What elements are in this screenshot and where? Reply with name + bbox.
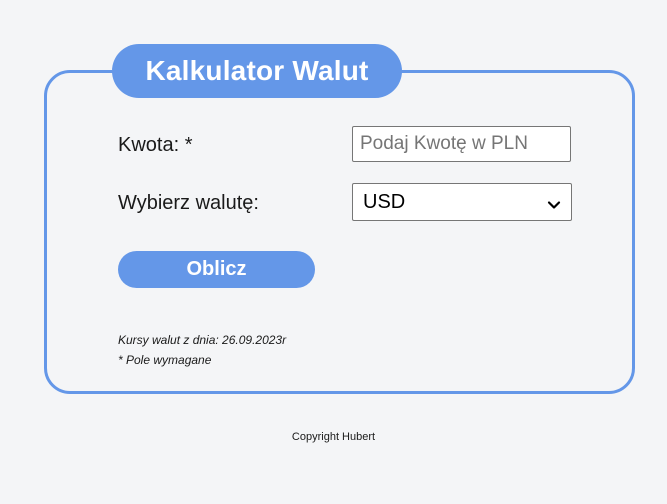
currency-select[interactable]: USD (352, 183, 572, 221)
currency-selected-value: USD (363, 190, 406, 213)
rates-date-note: Kursy walut z dnia: 26.09.2023r (118, 333, 287, 347)
currency-label: Wybierz walutę: (118, 192, 259, 214)
page-title: Kalkulator Walut (112, 44, 402, 98)
page: Kalkulator Walut Kwota: * Wybierz walutę… (0, 0, 667, 504)
amount-input[interactable] (352, 126, 571, 162)
chevron-down-icon (547, 195, 561, 209)
required-field-note: * Pole wymagane (118, 353, 212, 367)
footer-copyright: Copyright Hubert (291, 431, 376, 443)
calculate-button[interactable]: Oblicz (118, 251, 315, 288)
amount-label: Kwota: * (118, 134, 193, 156)
